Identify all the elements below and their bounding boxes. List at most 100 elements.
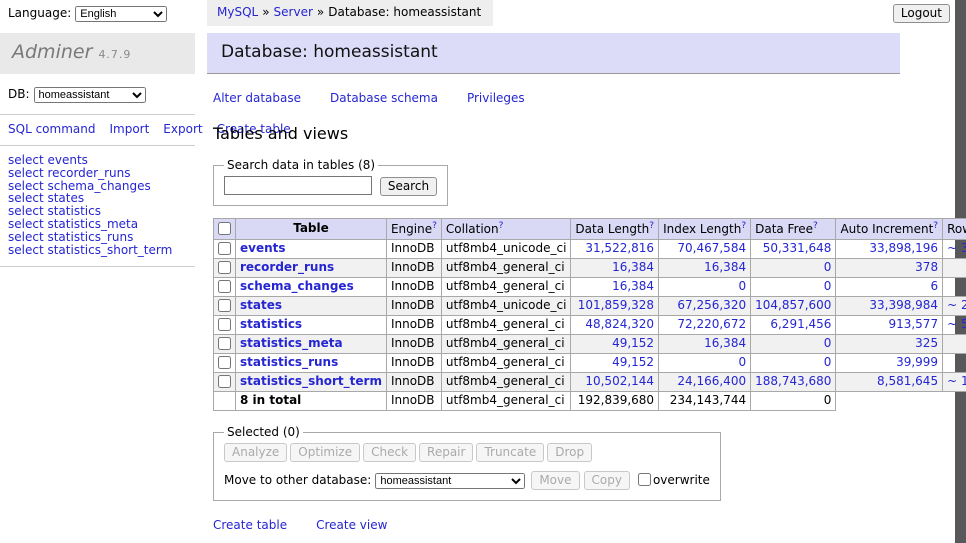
sidebar-select-recorder_runs[interactable]: select recorder_runs bbox=[8, 167, 187, 180]
row-checkbox[interactable] bbox=[218, 318, 231, 331]
breadcrumb-current: Database: homeassistant bbox=[328, 5, 481, 19]
doc-help-link[interactable]: ? bbox=[649, 221, 654, 231]
data-length-link[interactable]: 49,152 bbox=[612, 355, 654, 369]
logout-button[interactable]: Logout bbox=[893, 4, 950, 23]
data-length-link[interactable]: 49,152 bbox=[612, 336, 654, 350]
sidebar-link-import[interactable]: Import bbox=[109, 122, 149, 136]
search-input[interactable] bbox=[224, 176, 372, 195]
cell-rows: ~ 3 bbox=[943, 277, 966, 296]
table-link-states[interactable]: states bbox=[240, 298, 282, 312]
select-all-checkbox[interactable] bbox=[218, 222, 231, 235]
row-checkbox[interactable] bbox=[218, 280, 231, 293]
row-checkbox[interactable] bbox=[218, 375, 231, 388]
sidebar-select-statistics_short_term[interactable]: select statistics_short_term bbox=[8, 244, 187, 257]
row-checkbox[interactable] bbox=[218, 261, 231, 274]
drop-button[interactable]: Drop bbox=[547, 443, 592, 462]
link-privileges[interactable]: Privileges bbox=[467, 91, 525, 105]
cell-data-free: 50,331,648 bbox=[751, 239, 836, 258]
table-link-statistics[interactable]: statistics bbox=[240, 317, 302, 331]
sidebar-select-events[interactable]: select events bbox=[8, 154, 187, 167]
auto-increment-link[interactable]: 378 bbox=[915, 260, 938, 274]
data-length-link[interactable]: 16,384 bbox=[612, 279, 654, 293]
row-checkbox[interactable] bbox=[218, 337, 231, 350]
copy-button[interactable]: Copy bbox=[584, 471, 630, 490]
cell-auto-increment: 378 bbox=[836, 258, 943, 277]
doc-help-link[interactable]: ? bbox=[499, 221, 504, 231]
data-length-link[interactable]: 10,502,144 bbox=[585, 374, 654, 388]
index-length-link[interactable]: 0 bbox=[738, 355, 746, 369]
link-create-view[interactable]: Create view bbox=[316, 518, 387, 532]
doc-help-link[interactable]: ? bbox=[432, 221, 437, 231]
repair-button[interactable]: Repair bbox=[419, 443, 473, 462]
check-button[interactable]: Check bbox=[363, 443, 416, 462]
link-create-table[interactable]: Create table bbox=[213, 518, 287, 532]
row-checkbox-cell bbox=[214, 315, 236, 334]
index-length-link[interactable]: 16,384 bbox=[704, 260, 746, 274]
rows-link[interactable]: ~ 299,833 bbox=[947, 298, 966, 312]
link-alter-database[interactable]: Alter database bbox=[213, 91, 301, 105]
data-length-link[interactable]: 48,824,320 bbox=[585, 317, 654, 331]
data-length-link[interactable]: 101,859,328 bbox=[578, 298, 654, 312]
index-length-link[interactable]: 0 bbox=[738, 279, 746, 293]
cell-data-length: 49,152 bbox=[571, 353, 659, 372]
move-db-select[interactable]: homeassistant bbox=[375, 473, 525, 489]
table-row: statistics_metaInnoDButf8mb4_general_ci4… bbox=[214, 334, 966, 353]
table-link-statistics_meta[interactable]: statistics_meta bbox=[240, 336, 343, 350]
optimize-button[interactable]: Optimize bbox=[290, 443, 360, 462]
data-length-link[interactable]: 16,384 bbox=[612, 260, 654, 274]
selected-legend: Selected (0) bbox=[224, 425, 303, 440]
column-header-engine: Engine? bbox=[386, 218, 441, 239]
index-length-link[interactable]: 24,166,400 bbox=[677, 374, 746, 388]
data-free-link[interactable]: 188,743,680 bbox=[755, 374, 831, 388]
auto-increment-link[interactable]: 39,999 bbox=[896, 355, 938, 369]
auto-increment-link[interactable]: 6 bbox=[930, 279, 938, 293]
doc-help-link[interactable]: ? bbox=[813, 221, 818, 231]
db-select[interactable]: homeassistant bbox=[34, 87, 146, 103]
sidebar-link-sql-command[interactable]: SQL command bbox=[8, 122, 95, 136]
data-free-link[interactable]: 0 bbox=[824, 355, 832, 369]
index-length-link[interactable]: 70,467,584 bbox=[677, 241, 746, 255]
breadcrumb-link-server[interactable]: Server bbox=[274, 5, 313, 19]
data-free-link[interactable]: 0 bbox=[824, 336, 832, 350]
link-database-schema[interactable]: Database schema bbox=[330, 91, 438, 105]
data-free-link[interactable]: 0 bbox=[824, 279, 832, 293]
table-link-statistics_short_term[interactable]: statistics_short_term bbox=[240, 374, 382, 388]
data-free-link[interactable]: 0 bbox=[824, 260, 832, 274]
table-link-recorder_runs[interactable]: recorder_runs bbox=[240, 260, 334, 274]
auto-increment-link[interactable]: 8,581,645 bbox=[877, 374, 938, 388]
doc-help-link[interactable]: ? bbox=[933, 221, 938, 231]
auto-increment-link[interactable]: 33,898,196 bbox=[869, 241, 938, 255]
cell-index-length: 72,220,672 bbox=[659, 315, 751, 334]
index-length-link[interactable]: 16,384 bbox=[704, 336, 746, 350]
data-free-link[interactable]: 6,291,456 bbox=[770, 317, 831, 331]
truncate-button[interactable]: Truncate bbox=[476, 443, 544, 462]
language-select[interactable]: English bbox=[75, 6, 167, 22]
rows-link[interactable]: ~ 136,108 bbox=[947, 374, 966, 388]
index-length-link[interactable]: 72,220,672 bbox=[677, 317, 746, 331]
table-link-schema_changes[interactable]: schema_changes bbox=[240, 279, 354, 293]
row-checkbox[interactable] bbox=[218, 299, 231, 312]
table-link-statistics_runs[interactable]: statistics_runs bbox=[240, 355, 338, 369]
auto-increment-link[interactable]: 33,398,984 bbox=[869, 298, 938, 312]
index-length-link[interactable]: 67,256,320 bbox=[677, 298, 746, 312]
auto-increment-link[interactable]: 325 bbox=[915, 336, 938, 350]
data-free-link[interactable]: 50,331,648 bbox=[763, 241, 832, 255]
analyze-button[interactable]: Analyze bbox=[224, 443, 287, 462]
rows-link[interactable]: ~ 569,159 bbox=[947, 317, 966, 331]
table-link-events[interactable]: events bbox=[240, 241, 286, 255]
overwrite-checkbox[interactable] bbox=[638, 473, 651, 486]
data-free-link[interactable]: 104,857,600 bbox=[755, 298, 831, 312]
move-button[interactable]: Move bbox=[531, 471, 579, 490]
search-button[interactable]: Search bbox=[380, 177, 437, 196]
breadcrumb-link-mysql[interactable]: MySQL bbox=[217, 5, 258, 19]
sidebar: Language:English Adminer 4.7.9 DB:homeas… bbox=[0, 0, 195, 267]
table-row: schema_changesInnoDButf8mb4_general_ci16… bbox=[214, 277, 966, 296]
data-length-link[interactable]: 31,522,816 bbox=[585, 241, 654, 255]
auto-increment-link[interactable]: 913,577 bbox=[888, 317, 938, 331]
rows-link[interactable]: ~ 312,180 bbox=[947, 241, 966, 255]
sidebar-link-export[interactable]: Export bbox=[163, 122, 202, 136]
doc-help-link[interactable]: ? bbox=[741, 221, 746, 231]
row-checkbox[interactable] bbox=[218, 242, 231, 255]
row-checkbox[interactable] bbox=[218, 356, 231, 369]
breadcrumb-separator: » bbox=[262, 5, 269, 19]
